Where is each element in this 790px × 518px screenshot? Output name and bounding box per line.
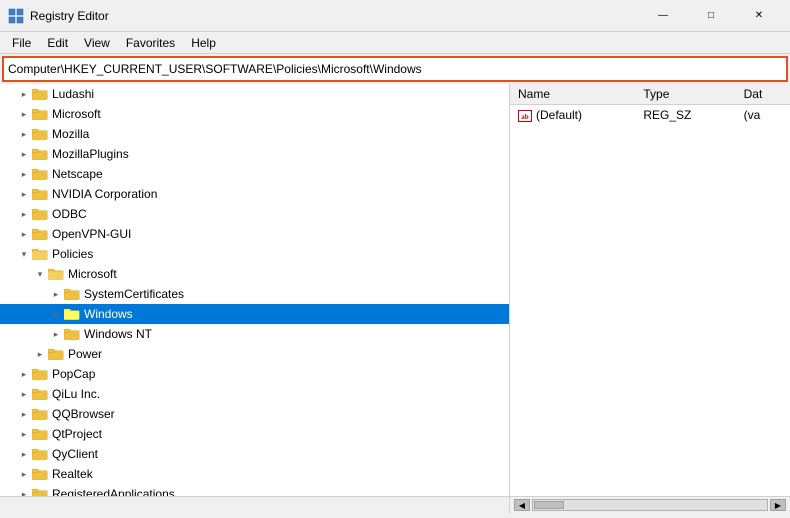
app-title: Registry Editor	[30, 9, 640, 23]
tree-item-windows[interactable]: ▸ Windows	[0, 304, 509, 324]
value-type: REG_SZ	[635, 105, 735, 126]
tree-item-label: OpenVPN-GUI	[52, 227, 131, 241]
tree-item-microsoft[interactable]: ▸ Microsoft	[0, 104, 509, 124]
expand-btn[interactable]: ▸	[16, 186, 32, 202]
expand-btn[interactable]: ▸	[16, 366, 32, 382]
tree-panel[interactable]: ▸ Ludashi▸ Microsoft▸ Mozilla▸ MozillaPl…	[0, 84, 510, 496]
menu-bar: File Edit View Favorites Help	[0, 32, 790, 54]
scroll-left-btn[interactable]: ◀	[514, 499, 530, 511]
expand-btn[interactable]: ▸	[48, 306, 64, 322]
tree-item-mozilla[interactable]: ▸ Mozilla	[0, 124, 509, 144]
tree-item-odbc[interactable]: ▸ ODBC	[0, 204, 509, 224]
table-row[interactable]: ab(Default) REG_SZ (va	[510, 105, 790, 126]
tree-item-qqbrowser[interactable]: ▸ QQBrowser	[0, 404, 509, 424]
col-data: Dat	[736, 84, 790, 105]
expand-btn[interactable]: ▸	[16, 406, 32, 422]
tree-item-policies[interactable]: ▾ Policies	[0, 244, 509, 264]
tree-item-nvidia[interactable]: ▸ NVIDIA Corporation	[0, 184, 509, 204]
menu-view[interactable]: View	[76, 34, 118, 52]
tree-item-label: QyClient	[52, 447, 98, 461]
tree-item-label: Windows NT	[84, 327, 152, 341]
tree-item-label: MozillaPlugins	[52, 147, 129, 161]
h-scrollbar-thumb[interactable]	[534, 501, 564, 509]
tree-item-windows-nt[interactable]: ▸ Windows NT	[0, 324, 509, 344]
col-type: Type	[635, 84, 735, 105]
tree-item-mozillaplugins[interactable]: ▸ MozillaPlugins	[0, 144, 509, 164]
title-bar: Registry Editor — □ ✕	[0, 0, 790, 32]
expand-btn[interactable]: ▸	[16, 426, 32, 442]
close-button[interactable]: ✕	[736, 1, 782, 31]
tree-item-label: QQBrowser	[52, 407, 115, 421]
menu-file[interactable]: File	[4, 34, 39, 52]
expand-btn[interactable]: ▸	[16, 126, 32, 142]
expand-btn[interactable]: ▸	[16, 206, 32, 222]
tree-item-label: Realtek	[52, 467, 93, 481]
menu-favorites[interactable]: Favorites	[118, 34, 183, 52]
tree-item-realtek[interactable]: ▸ Realtek	[0, 464, 509, 484]
value-scrollbar-bottom[interactable]: ◀ ▶	[510, 497, 790, 513]
expand-btn[interactable]: ▸	[16, 166, 32, 182]
expand-btn[interactable]: ▸	[48, 326, 64, 342]
menu-help[interactable]: Help	[183, 34, 224, 52]
expand-btn[interactable]: ▾	[16, 246, 32, 262]
expand-btn[interactable]: ▸	[16, 486, 32, 496]
minimize-button[interactable]: —	[640, 1, 686, 31]
tree-item-label: Netscape	[52, 167, 103, 181]
tree-item-label: Microsoft	[68, 267, 117, 281]
tree-item-label: ODBC	[52, 207, 87, 221]
col-name: Name	[510, 84, 635, 105]
tree-item-label: Policies	[52, 247, 93, 261]
menu-edit[interactable]: Edit	[39, 34, 76, 52]
window-controls: — □ ✕	[640, 1, 782, 31]
tree-item-label: Microsoft	[52, 107, 101, 121]
tree-item-label: Mozilla	[52, 127, 89, 141]
expand-btn[interactable]: ▸	[16, 226, 32, 242]
tree-item-system-certs[interactable]: ▸ SystemCertificates	[0, 284, 509, 304]
tree-item-label: RegisteredApplications	[52, 487, 175, 496]
expand-btn[interactable]: ▸	[16, 146, 32, 162]
tree-item-label: Ludashi	[52, 87, 94, 101]
address-bar	[2, 56, 788, 82]
tree-scrollbar-bottom	[0, 497, 510, 513]
value-data: (va	[736, 105, 790, 126]
value-name: ab(Default)	[510, 105, 635, 126]
tree-item-label: SystemCertificates	[84, 287, 184, 301]
expand-btn[interactable]: ▸	[48, 286, 64, 302]
app-icon	[8, 8, 24, 24]
expand-btn[interactable]: ▸	[16, 386, 32, 402]
tree-item-qilu[interactable]: ▸ QiLu Inc.	[0, 384, 509, 404]
expand-btn[interactable]: ▾	[32, 266, 48, 282]
tree-item-label: NVIDIA Corporation	[52, 187, 157, 201]
main-content: ▸ Ludashi▸ Microsoft▸ Mozilla▸ MozillaPl…	[0, 84, 790, 496]
value-table: Name Type Dat ab(Default) REG_SZ (va	[510, 84, 790, 125]
tree-item-label: QtProject	[52, 427, 102, 441]
address-input[interactable]	[8, 62, 782, 76]
expand-btn[interactable]: ▸	[16, 86, 32, 102]
maximize-button[interactable]: □	[688, 1, 734, 31]
tree-item-qtproject[interactable]: ▸ QtProject	[0, 424, 509, 444]
tree-item-netscape[interactable]: ▸ Netscape	[0, 164, 509, 184]
bottom-area: ◀ ▶	[0, 496, 790, 513]
tree-item-label: PopCap	[52, 367, 95, 381]
tree-item-openvpn[interactable]: ▸ OpenVPN-GUI	[0, 224, 509, 244]
tree-item-power[interactable]: ▸ Power	[0, 344, 509, 364]
reg-type-icon: ab	[518, 110, 532, 122]
scroll-right-btn[interactable]: ▶	[770, 499, 786, 511]
tree-item-popcap[interactable]: ▸ PopCap	[0, 364, 509, 384]
tree-item-label: Power	[68, 347, 102, 361]
tree-item-label: QiLu Inc.	[52, 387, 100, 401]
tree-item-ludashi[interactable]: ▸ Ludashi	[0, 84, 509, 104]
expand-btn[interactable]: ▸	[32, 346, 48, 362]
expand-btn[interactable]: ▸	[16, 446, 32, 462]
tree-item-policies-microsoft[interactable]: ▾ Microsoft	[0, 264, 509, 284]
tree-item-label: Windows	[84, 307, 133, 321]
expand-btn[interactable]: ▸	[16, 106, 32, 122]
tree-item-qyclient[interactable]: ▸ QyClient	[0, 444, 509, 464]
h-scrollbar[interactable]	[532, 499, 768, 511]
tree-item-registeredapps[interactable]: ▸ RegisteredApplications	[0, 484, 509, 496]
value-panel[interactable]: Name Type Dat ab(Default) REG_SZ (va	[510, 84, 790, 496]
expand-btn[interactable]: ▸	[16, 466, 32, 482]
